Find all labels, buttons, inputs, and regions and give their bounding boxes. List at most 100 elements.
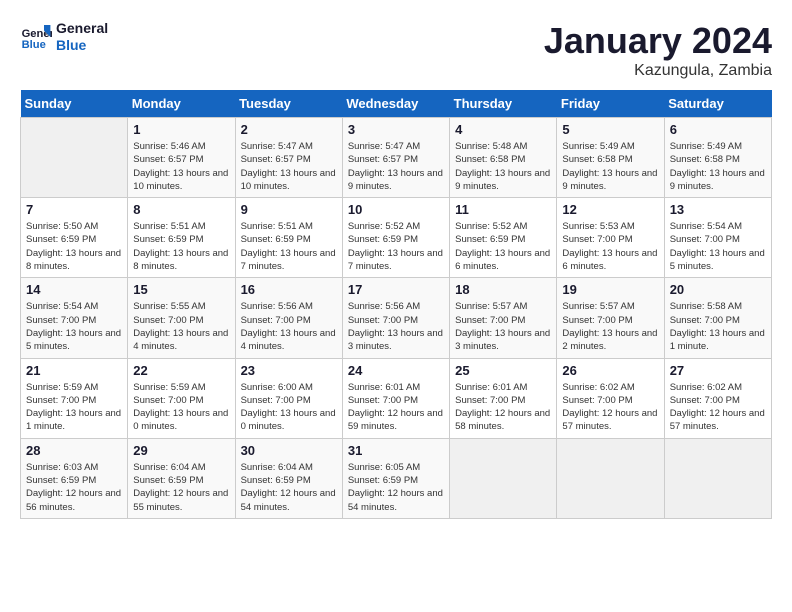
- calendar-title: January 2024: [544, 20, 772, 62]
- calendar-cell: 19 Sunrise: 5:57 AM Sunset: 7:00 PM Dayli…: [557, 278, 664, 358]
- day-detail: Sunrise: 5:47 AM Sunset: 6:57 PM Dayligh…: [241, 140, 337, 193]
- weekday-header-row: SundayMondayTuesdayWednesdayThursdayFrid…: [21, 90, 772, 118]
- day-number: 17: [348, 282, 444, 297]
- week-row-1: 1Sunrise: 5:46 AM Sunset: 6:57 PM Daylig…: [21, 118, 772, 198]
- calendar-cell: 30Sunrise: 6:04 AM Sunset: 6:59 PM Dayli…: [235, 438, 342, 518]
- day-detail: Sunrise: 5:51 AM Sunset: 6:59 PM Dayligh…: [133, 220, 229, 273]
- day-detail: Sunrise: 5:57 AM Sunset: 7:00 PM Dayligh…: [562, 300, 658, 353]
- calendar-cell: [664, 438, 771, 518]
- day-detail: Sunrise: 5:53 AM Sunset: 7:00 PM Dayligh…: [562, 220, 658, 273]
- logo-line1: General: [56, 20, 108, 37]
- day-number: 18: [455, 282, 551, 297]
- day-detail: Sunrise: 5:58 AM Sunset: 7:00 PM Dayligh…: [670, 300, 766, 353]
- day-number: 27: [670, 363, 766, 378]
- calendar-cell: 8 Sunrise: 5:51 AM Sunset: 6:59 PM Daylig…: [128, 198, 235, 278]
- day-number: 31: [348, 443, 444, 458]
- week-row-3: 14Sunrise: 5:54 AM Sunset: 7:00 PM Dayli…: [21, 278, 772, 358]
- calendar-cell: 6 Sunrise: 5:49 AM Sunset: 6:58 PM Daylig…: [664, 118, 771, 198]
- calendar-subtitle: Kazungula, Zambia: [544, 62, 772, 80]
- calendar-cell: 28 Sunrise: 6:03 AM Sunset: 6:59 PM Dayli…: [21, 438, 128, 518]
- day-detail: Sunrise: 5:57 AM Sunset: 7:00 PM Dayligh…: [455, 300, 551, 353]
- calendar-cell: 15Sunrise: 5:55 AM Sunset: 7:00 PM Dayli…: [128, 278, 235, 358]
- day-detail: Sunrise: 6:04 AM Sunset: 6:59 PM Dayligh…: [133, 461, 229, 514]
- day-number: 15: [133, 282, 229, 297]
- day-number: 8: [133, 202, 229, 217]
- calendar-cell: 22 Sunrise: 5:59 AM Sunset: 7:00 PM Dayli…: [128, 358, 235, 438]
- calendar-cell: 12 Sunrise: 5:53 AM Sunset: 7:00 PM Dayli…: [557, 198, 664, 278]
- logo-line2: Blue: [56, 37, 108, 54]
- day-number: 2: [241, 122, 337, 137]
- day-number: 21: [26, 363, 122, 378]
- weekday-header-tuesday: Tuesday: [235, 90, 342, 118]
- day-detail: Sunrise: 5:56 AM Sunset: 7:00 PM Dayligh…: [348, 300, 444, 353]
- calendar-cell: 31 Sunrise: 6:05 AM Sunset: 6:59 PM Dayli…: [342, 438, 449, 518]
- day-detail: Sunrise: 6:05 AM Sunset: 6:59 PM Dayligh…: [348, 461, 444, 514]
- day-detail: Sunrise: 6:03 AM Sunset: 6:59 PM Dayligh…: [26, 461, 122, 514]
- svg-text:Blue: Blue: [22, 39, 46, 51]
- logo-icon: General Blue: [20, 21, 52, 53]
- day-detail: Sunrise: 6:01 AM Sunset: 7:00 PM Dayligh…: [348, 381, 444, 434]
- week-row-2: 7 Sunrise: 5:50 AM Sunset: 6:59 PM Daylig…: [21, 198, 772, 278]
- calendar-cell: [557, 438, 664, 518]
- day-detail: Sunrise: 5:47 AM Sunset: 6:57 PM Dayligh…: [348, 140, 444, 193]
- weekday-header-sunday: Sunday: [21, 90, 128, 118]
- day-detail: Sunrise: 5:49 AM Sunset: 6:58 PM Dayligh…: [670, 140, 766, 193]
- weekday-header-friday: Friday: [557, 90, 664, 118]
- weekday-header-monday: Monday: [128, 90, 235, 118]
- day-number: 24: [348, 363, 444, 378]
- day-detail: Sunrise: 5:51 AM Sunset: 6:59 PM Dayligh…: [241, 220, 337, 273]
- calendar-cell: 14Sunrise: 5:54 AM Sunset: 7:00 PM Dayli…: [21, 278, 128, 358]
- day-number: 29: [133, 443, 229, 458]
- calendar-cell: 25 Sunrise: 6:01 AM Sunset: 7:00 PM Dayli…: [450, 358, 557, 438]
- calendar-cell: 17 Sunrise: 5:56 AM Sunset: 7:00 PM Dayli…: [342, 278, 449, 358]
- calendar-cell: 27 Sunrise: 6:02 AM Sunset: 7:00 PM Dayli…: [664, 358, 771, 438]
- day-number: 12: [562, 202, 658, 217]
- calendar-cell: 11 Sunrise: 5:52 AM Sunset: 6:59 PM Dayli…: [450, 198, 557, 278]
- week-row-5: 28 Sunrise: 6:03 AM Sunset: 6:59 PM Dayli…: [21, 438, 772, 518]
- day-detail: Sunrise: 6:01 AM Sunset: 7:00 PM Dayligh…: [455, 381, 551, 434]
- calendar-table: SundayMondayTuesdayWednesdayThursdayFrid…: [20, 90, 772, 519]
- calendar-cell: 7 Sunrise: 5:50 AM Sunset: 6:59 PM Daylig…: [21, 198, 128, 278]
- calendar-cell: 3 Sunrise: 5:47 AM Sunset: 6:57 PM Daylig…: [342, 118, 449, 198]
- day-number: 22: [133, 363, 229, 378]
- day-number: 10: [348, 202, 444, 217]
- day-number: 4: [455, 122, 551, 137]
- day-detail: Sunrise: 5:52 AM Sunset: 6:59 PM Dayligh…: [455, 220, 551, 273]
- day-number: 9: [241, 202, 337, 217]
- weekday-header-thursday: Thursday: [450, 90, 557, 118]
- calendar-cell: 18 Sunrise: 5:57 AM Sunset: 7:00 PM Dayli…: [450, 278, 557, 358]
- week-row-4: 21 Sunrise: 5:59 AM Sunset: 7:00 PM Dayli…: [21, 358, 772, 438]
- day-number: 7: [26, 202, 122, 217]
- calendar-cell: 13Sunrise: 5:54 AM Sunset: 7:00 PM Dayli…: [664, 198, 771, 278]
- day-detail: Sunrise: 5:52 AM Sunset: 6:59 PM Dayligh…: [348, 220, 444, 273]
- calendar-cell: [21, 118, 128, 198]
- day-detail: Sunrise: 5:48 AM Sunset: 6:58 PM Dayligh…: [455, 140, 551, 193]
- day-number: 19: [562, 282, 658, 297]
- day-number: 3: [348, 122, 444, 137]
- day-number: 13: [670, 202, 766, 217]
- day-number: 26: [562, 363, 658, 378]
- day-number: 6: [670, 122, 766, 137]
- day-detail: Sunrise: 6:00 AM Sunset: 7:00 PM Dayligh…: [241, 381, 337, 434]
- page-header: General Blue General Blue January 2024 K…: [20, 20, 772, 80]
- calendar-cell: 20Sunrise: 5:58 AM Sunset: 7:00 PM Dayli…: [664, 278, 771, 358]
- day-number: 28: [26, 443, 122, 458]
- calendar-cell: 16Sunrise: 5:56 AM Sunset: 7:00 PM Dayli…: [235, 278, 342, 358]
- calendar-cell: 26 Sunrise: 6:02 AM Sunset: 7:00 PM Dayli…: [557, 358, 664, 438]
- title-section: January 2024 Kazungula, Zambia: [544, 20, 772, 80]
- day-detail: Sunrise: 5:59 AM Sunset: 7:00 PM Dayligh…: [133, 381, 229, 434]
- day-detail: Sunrise: 5:54 AM Sunset: 7:00 PM Dayligh…: [26, 300, 122, 353]
- calendar-cell: 23 Sunrise: 6:00 AM Sunset: 7:00 PM Dayli…: [235, 358, 342, 438]
- day-detail: Sunrise: 6:02 AM Sunset: 7:00 PM Dayligh…: [670, 381, 766, 434]
- calendar-cell: 21Sunrise: 5:59 AM Sunset: 7:00 PM Dayli…: [21, 358, 128, 438]
- day-detail: Sunrise: 5:49 AM Sunset: 6:58 PM Dayligh…: [562, 140, 658, 193]
- calendar-cell: 5Sunrise: 5:49 AM Sunset: 6:58 PM Daylig…: [557, 118, 664, 198]
- calendar-cell: 24 Sunrise: 6:01 AM Sunset: 7:00 PM Dayli…: [342, 358, 449, 438]
- calendar-cell: 4 Sunrise: 5:48 AM Sunset: 6:58 PM Daylig…: [450, 118, 557, 198]
- day-number: 11: [455, 202, 551, 217]
- day-number: 16: [241, 282, 337, 297]
- day-detail: Sunrise: 5:50 AM Sunset: 6:59 PM Dayligh…: [26, 220, 122, 273]
- day-number: 23: [241, 363, 337, 378]
- day-number: 25: [455, 363, 551, 378]
- day-detail: Sunrise: 6:02 AM Sunset: 7:00 PM Dayligh…: [562, 381, 658, 434]
